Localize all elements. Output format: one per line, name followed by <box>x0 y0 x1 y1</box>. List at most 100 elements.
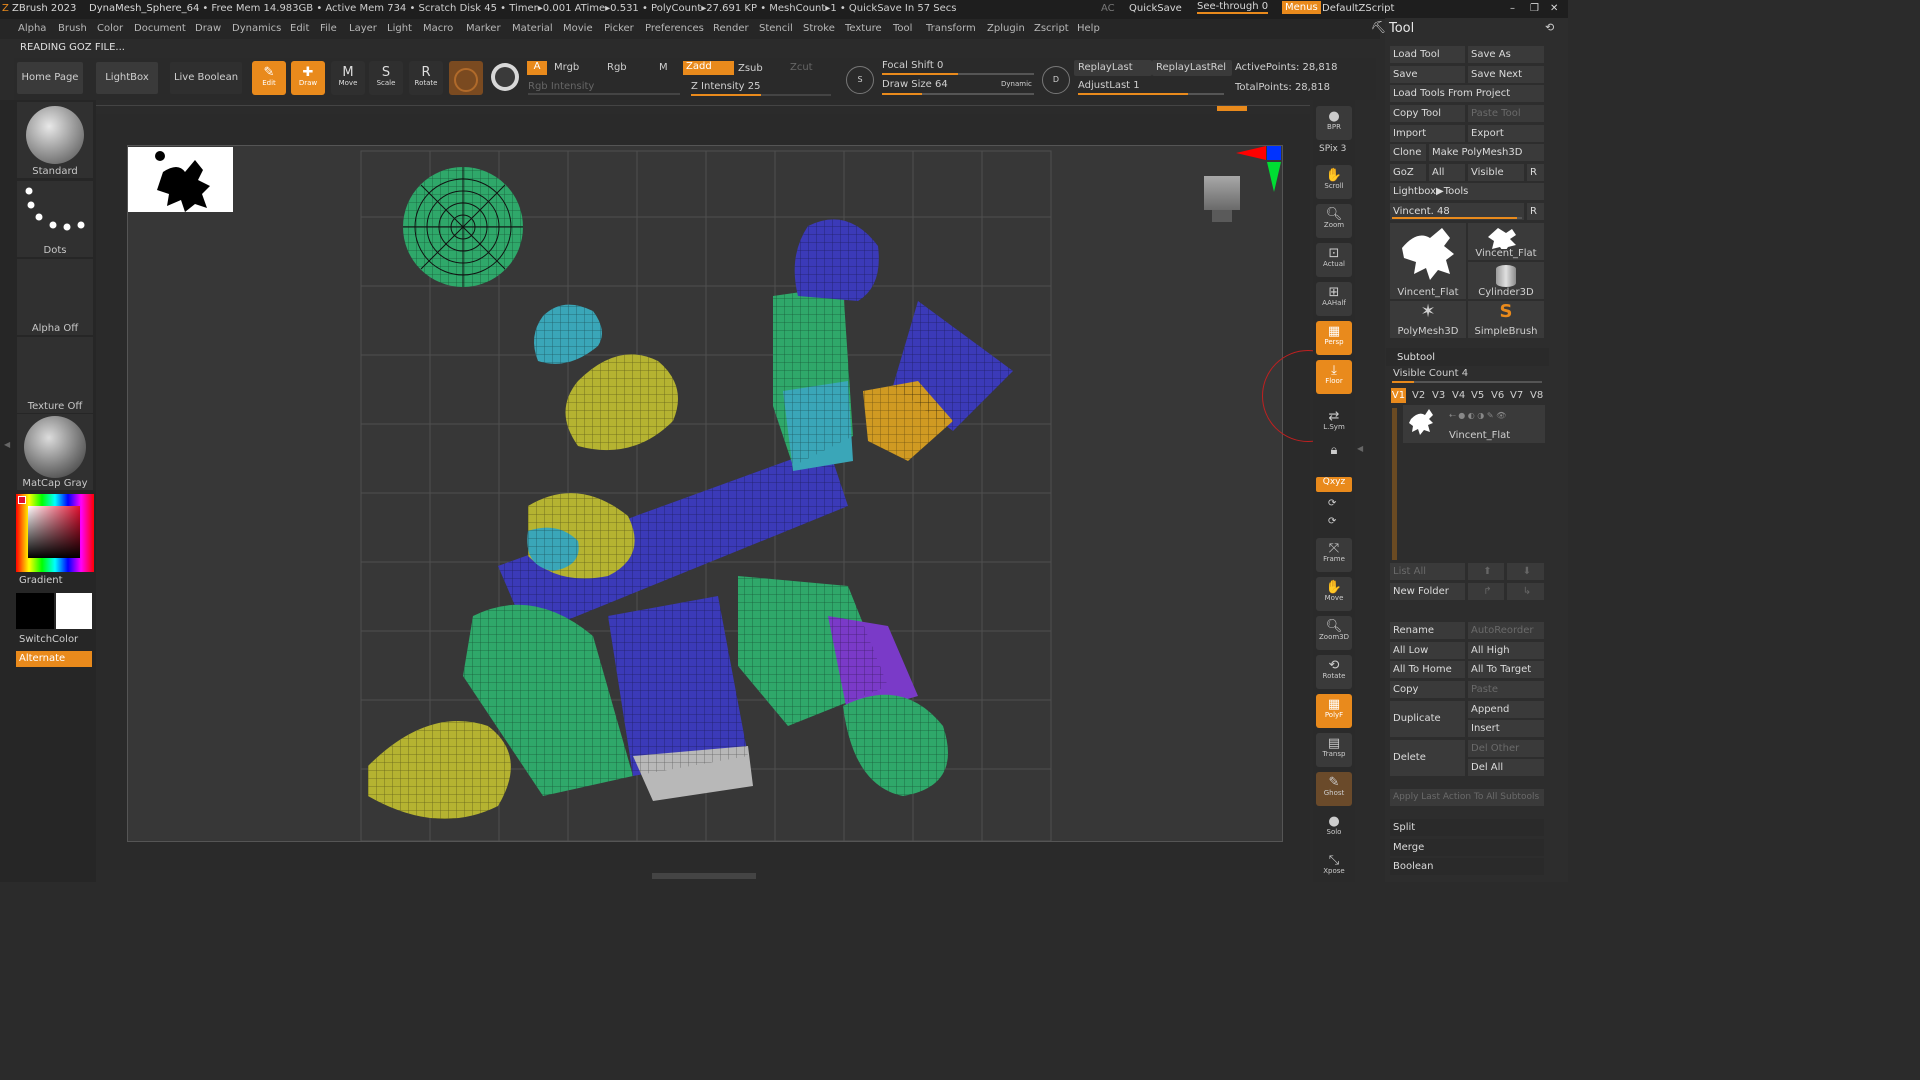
aahalf-button[interactable]: ⊞ AAHalf <box>1316 282 1352 316</box>
goz-button[interactable]: GoZ <box>1390 164 1426 181</box>
menu-edit[interactable]: Edit <box>290 23 309 34</box>
restore-icon[interactable]: ❐ <box>1530 3 1539 14</box>
goz-r-button[interactable]: R <box>1527 164 1544 181</box>
m-button[interactable]: M <box>659 62 668 73</box>
tool-thumb-simplebrush[interactable]: S SimpleBrush <box>1468 301 1544 338</box>
duplicate-button[interactable]: Duplicate <box>1390 701 1465 737</box>
move-up-icon[interactable]: ⬆ <box>1468 563 1504 580</box>
save-next-button[interactable]: Save Next <box>1468 66 1544 83</box>
boolean-section[interactable]: Boolean <box>1390 858 1544 875</box>
export-button[interactable]: Export <box>1468 125 1544 142</box>
a-button[interactable]: A <box>527 61 547 75</box>
menus-toggle[interactable]: Menus <box>1282 1 1321 14</box>
transp-button[interactable]: ▤ Transp <box>1316 733 1352 767</box>
mrgb-button[interactable]: Mrgb <box>554 62 579 73</box>
del-other-button[interactable]: Del Other <box>1468 740 1544 757</box>
replay-last-rel-button[interactable]: ReplayLastRel <box>1152 60 1232 76</box>
zsub-button[interactable]: Zsub <box>738 63 763 74</box>
default-zscript[interactable]: DefaultZScript <box>1322 3 1394 14</box>
menu-document[interactable]: Document <box>134 23 186 34</box>
home-page-button[interactable]: Home Page <box>17 62 83 94</box>
minimize-icon[interactable]: – <box>1510 3 1515 14</box>
zoom3d-button[interactable]: 🔍︎ Zoom3D <box>1316 616 1352 650</box>
folder-move-down-icon[interactable]: ↳ <box>1507 583 1544 600</box>
collapse-right-icon[interactable]: ◀ <box>1357 444 1363 453</box>
copy-tool-button[interactable]: Copy Tool <box>1390 105 1465 122</box>
scroll-button[interactable]: ✋ Scroll <box>1316 165 1352 199</box>
scale-mode-button[interactable]: S Scale <box>369 61 403 95</box>
menu-texture[interactable]: Texture <box>845 23 882 34</box>
menu-brush[interactable]: Brush <box>58 23 87 34</box>
close-icon[interactable]: ✕ <box>1550 3 1558 14</box>
menu-draw[interactable]: Draw <box>195 23 221 34</box>
move-down-icon[interactable]: ⬇ <box>1507 563 1544 580</box>
split-section[interactable]: Split <box>1390 819 1544 836</box>
menu-light[interactable]: Light <box>387 23 412 34</box>
live-boolean-button[interactable]: Live Boolean <box>170 62 242 94</box>
gradient-label[interactable]: Gradient <box>19 575 63 586</box>
spix-slider[interactable]: SPix 3 <box>1319 144 1346 154</box>
all-high-button[interactable]: All High <box>1468 642 1544 659</box>
dynamic-toggle[interactable]: Dynamic <box>1001 80 1032 88</box>
goz-visible-button[interactable]: Visible <box>1468 164 1524 181</box>
brush-swatch-icon[interactable] <box>491 63 519 91</box>
clone-button[interactable]: Clone <box>1390 144 1426 161</box>
material-swatch[interactable] <box>449 61 483 95</box>
alpha-picker[interactable]: Alpha Off <box>17 259 93 335</box>
persp-button[interactable]: ▦ Persp <box>1316 321 1352 355</box>
tool-thumb-vincent-flat[interactable]: Vincent_Flat <box>1468 223 1544 260</box>
delete-button[interactable]: Delete <box>1390 740 1465 776</box>
material-picker[interactable]: MatCap Gray <box>17 414 93 490</box>
solo-button[interactable]: ● Solo <box>1316 811 1352 845</box>
stroke-picker[interactable]: Dots <box>17 181 93 257</box>
subtool-flags-icon[interactable]: ⇠ ● ◐ ◑ ✎ 👁︎ <box>1449 411 1506 420</box>
adjust-last-slider[interactable]: AdjustLast 1 <box>1078 80 1140 91</box>
list-all-button[interactable]: List All <box>1390 563 1465 580</box>
menu-dynamics[interactable]: Dynamics <box>232 23 281 34</box>
version-v2[interactable]: V2 <box>1412 390 1425 401</box>
texture-picker[interactable]: Texture Off <box>17 337 93 413</box>
tool-palette-title[interactable]: Tool <box>1389 21 1414 36</box>
menu-movie[interactable]: Movie <box>563 23 593 34</box>
append-button[interactable]: Append <box>1468 701 1544 718</box>
navigator-thumbnail[interactable] <box>128 147 233 212</box>
load-tools-from-project-button[interactable]: Load Tools From Project <box>1390 85 1544 102</box>
xpose-button[interactable]: ⤡ Xpose <box>1316 850 1352 884</box>
subtool-scrollbar[interactable] <box>1392 408 1397 560</box>
version-v8[interactable]: V8 <box>1530 390 1543 401</box>
menu-macro[interactable]: Macro <box>423 23 453 34</box>
new-folder-button[interactable]: New Folder <box>1390 583 1465 600</box>
version-v6[interactable]: V6 <box>1491 390 1504 401</box>
version-v4[interactable]: V4 <box>1452 390 1465 401</box>
rename-button[interactable]: Rename <box>1390 622 1465 639</box>
menu-color[interactable]: Color <box>97 23 123 34</box>
replay-last-button[interactable]: ReplayLast <box>1074 60 1152 76</box>
lazy-mouse-icon[interactable]: S <box>846 66 874 94</box>
save-button[interactable]: Save <box>1390 66 1465 83</box>
bpr-button[interactable]: ● BPR <box>1316 106 1352 140</box>
xyz-button[interactable]: Qxyz <box>1316 477 1352 492</box>
move-mode-button[interactable]: M Move <box>331 61 365 95</box>
insert-button[interactable]: Insert <box>1468 720 1544 737</box>
polyf-button[interactable]: ▦ PolyF <box>1316 694 1352 728</box>
color-picker[interactable] <box>16 494 94 572</box>
paste-tool-button[interactable]: Paste Tool <box>1468 105 1544 122</box>
menu-preferences[interactable]: Preferences <box>645 23 704 34</box>
lock-button[interactable]: 🔒︎ <box>1316 440 1352 474</box>
save-as-button[interactable]: Save As <box>1468 46 1544 63</box>
secondary-color-swatch[interactable] <box>16 593 54 629</box>
menu-render[interactable]: Render <box>713 23 749 34</box>
tool-r-button[interactable]: R <box>1527 203 1544 220</box>
make-polymesh3d-button[interactable]: Make PolyMesh3D <box>1429 144 1544 161</box>
all-to-home-button[interactable]: All To Home <box>1390 661 1465 678</box>
bottom-tray-handle[interactable] <box>652 873 756 879</box>
tool-thumb-vincent-flat-large[interactable]: Vincent_Flat <box>1390 223 1466 299</box>
draw-size-slider[interactable]: Draw Size 64 <box>882 79 948 90</box>
view-cube-icon[interactable] <box>1200 176 1244 228</box>
version-v7[interactable]: V7 <box>1510 390 1523 401</box>
rotate-y-icon[interactable]: ⟳ <box>1328 498 1336 509</box>
frame-button[interactable]: ⤧ Frame <box>1316 538 1352 572</box>
copy-subtool-button[interactable]: Copy <box>1390 681 1465 698</box>
focal-shift-slider[interactable]: Focal Shift 0 <box>882 60 943 71</box>
dynamic-d-icon[interactable]: D <box>1042 66 1070 94</box>
